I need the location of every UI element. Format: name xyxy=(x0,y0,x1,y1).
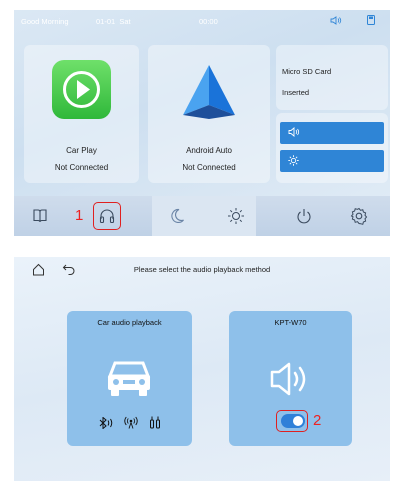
android-auto-app-icon xyxy=(183,65,235,119)
android-auto-label: Android Auto xyxy=(186,146,232,155)
android-auto-card[interactable]: Android Auto Not Connected xyxy=(148,45,270,183)
carplay-label: Car Play xyxy=(66,146,97,155)
radio-antenna-icon xyxy=(124,416,138,429)
status-bar: Good Morning 01-01 Sat 00:00 xyxy=(14,10,390,32)
headphones-icon[interactable] xyxy=(97,206,117,226)
carplay-status: Not Connected xyxy=(54,163,109,172)
kpt-w70-card[interactable]: KPT-W70 2 xyxy=(229,311,352,446)
car-audio-card[interactable]: Car audio playback xyxy=(67,311,192,446)
page-title: Please select the audio playback method xyxy=(133,265,271,274)
car-audio-label: Car audio playback xyxy=(97,318,162,327)
sun-icon[interactable] xyxy=(226,206,246,226)
power-icon[interactable] xyxy=(294,206,314,226)
annotation-number-2: 2 xyxy=(313,412,322,429)
audio-playback-screen: Please select the audio playback method … xyxy=(14,257,390,481)
carplay-app-icon xyxy=(52,60,111,119)
sd-card-title: Micro SD Card xyxy=(282,67,332,76)
volume-icon xyxy=(288,127,300,139)
bluetooth-audio-icon xyxy=(99,417,113,429)
carplay-card[interactable]: Car Play Not Connected xyxy=(24,45,139,183)
volume-slider[interactable] xyxy=(280,122,384,144)
android-auto-status: Not Connected xyxy=(182,163,236,172)
moon-icon[interactable] xyxy=(167,206,187,226)
date-value: 01-01 xyxy=(96,17,116,26)
greeting-text: Good Morning xyxy=(21,17,69,26)
car-icon xyxy=(107,361,151,396)
brightness-icon xyxy=(288,155,299,168)
speaker-icon xyxy=(270,362,306,396)
gear-icon[interactable] xyxy=(349,206,369,226)
sd-card-status: Inserted xyxy=(282,88,310,97)
date-text: 01-01 Sat xyxy=(96,17,131,26)
home-screen: Good Morning 01-01 Sat 00:00 Car Play No… xyxy=(14,10,390,236)
brightness-slider[interactable] xyxy=(280,150,384,172)
quick-controls-panel xyxy=(276,113,388,183)
book-icon[interactable] xyxy=(30,206,50,226)
kpt-w70-label: KPT-W70 xyxy=(274,318,307,327)
clock-text: 00:00 xyxy=(199,17,218,26)
annotation-number-1: 1 xyxy=(75,207,84,224)
weekday-value: Sat xyxy=(119,17,131,26)
annotation-highlight-box-2 xyxy=(276,410,308,432)
sd-card-panel: Micro SD Card Inserted xyxy=(276,45,388,110)
bottom-dock: 1 xyxy=(14,196,390,236)
aux-cable-icon xyxy=(150,416,160,429)
volume-status-icon xyxy=(330,16,342,27)
sd-card-status-icon xyxy=(367,15,375,27)
